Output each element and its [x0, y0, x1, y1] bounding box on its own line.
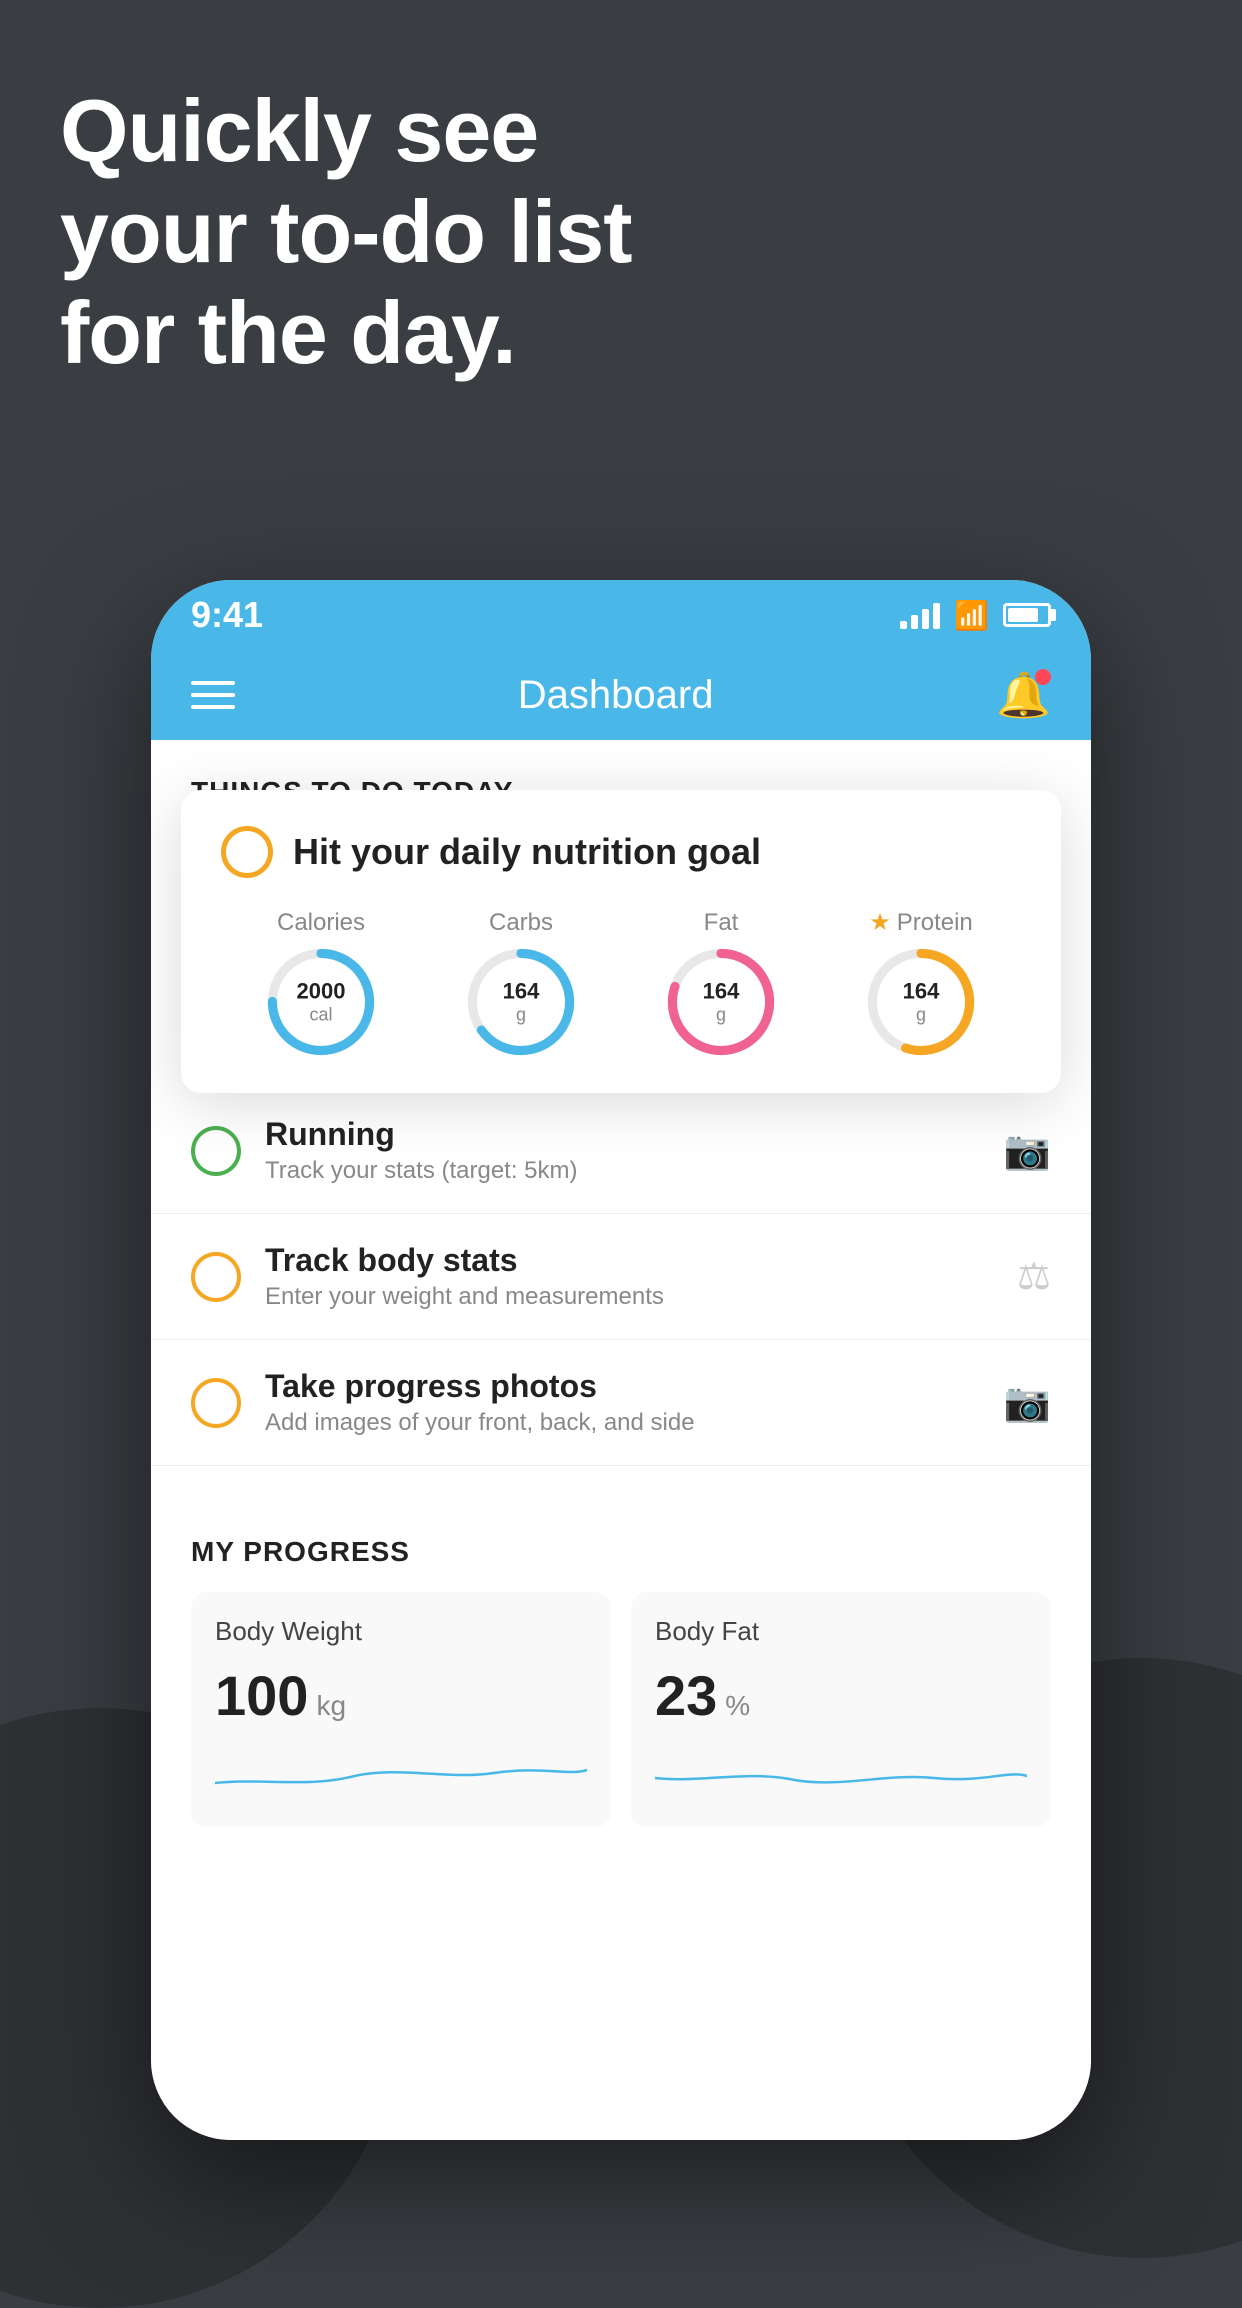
nav-title: Dashboard: [518, 673, 714, 718]
photo-icon: 📷: [1004, 1381, 1051, 1425]
status-time: 9:41: [191, 594, 263, 636]
running-title: Running: [265, 1116, 1004, 1153]
fat-donut: 164 g: [666, 947, 776, 1057]
macro-carbs: Carbs 164 g: [466, 909, 576, 1057]
protein-label-row: ★ Protein: [869, 908, 973, 937]
scale-icon: ⚖: [1017, 1254, 1051, 1299]
carbs-value: 164: [503, 978, 540, 1004]
battery-icon: [1003, 603, 1051, 627]
body-weight-chart: [215, 1748, 587, 1798]
nav-bar: Dashboard 🔔: [151, 650, 1091, 740]
fat-value: 164: [703, 978, 740, 1004]
notification-badge: [1035, 669, 1051, 685]
status-icons: 📶: [900, 599, 1051, 632]
body-stats-check-circle: [191, 1252, 241, 1302]
body-fat-value: 23: [655, 1663, 717, 1728]
photos-check-circle: [191, 1378, 241, 1428]
body-weight-card[interactable]: Body Weight 100 kg: [191, 1592, 611, 1827]
body-stats-sub: Enter your weight and measurements: [265, 1283, 1017, 1311]
running-sub: Track your stats (target: 5km): [265, 1157, 1004, 1185]
protein-value: 164: [903, 979, 940, 1005]
menu-button[interactable]: [191, 681, 235, 709]
photos-sub: Add images of your front, back, and side: [265, 1409, 1004, 1437]
fat-label: Fat: [704, 909, 739, 937]
body-weight-card-title: Body Weight: [215, 1616, 587, 1647]
macro-calories: Calories 2000 cal: [266, 909, 376, 1057]
todo-list: Running Track your stats (target: 5km) 📷…: [151, 1088, 1091, 1466]
macro-fat: Fat 164 g: [666, 909, 776, 1057]
fat-unit: g: [703, 1004, 740, 1025]
protein-label: Protein: [897, 909, 973, 937]
nutrition-check-circle: [221, 826, 273, 878]
body-fat-card-title: Body Fat: [655, 1616, 1027, 1647]
body-weight-unit: kg: [316, 1690, 346, 1722]
protein-unit: g: [903, 1005, 940, 1026]
progress-title: MY PROGRESS: [191, 1536, 1051, 1568]
progress-section: MY PROGRESS Body Weight 100 kg Body Fat: [151, 1496, 1091, 1827]
calories-unit: cal: [297, 1004, 346, 1025]
running-check-circle: [191, 1126, 241, 1176]
nutrition-card: Hit your daily nutrition goal Calories 2…: [181, 790, 1061, 1093]
carbs-donut: 164 g: [466, 947, 576, 1057]
phone-content: THINGS TO DO TODAY Hit your daily nutrit…: [151, 740, 1091, 2140]
calories-label: Calories: [277, 909, 365, 937]
progress-cards: Body Weight 100 kg Body Fat 23 %: [191, 1592, 1051, 1827]
body-fat-unit: %: [725, 1690, 750, 1722]
calories-value: 2000: [297, 978, 346, 1004]
status-bar: 9:41 📶: [151, 580, 1091, 650]
todo-item-running[interactable]: Running Track your stats (target: 5km) 📷: [151, 1088, 1091, 1214]
calories-donut: 2000 cal: [266, 947, 376, 1057]
phone-mockup: 9:41 📶 Dashboard 🔔 THINGS TO DO TOD: [151, 580, 1091, 2140]
running-icon: 📷: [1004, 1129, 1051, 1173]
carbs-label: Carbs: [489, 909, 553, 937]
wifi-icon: 📶: [954, 599, 989, 632]
carbs-unit: g: [503, 1004, 540, 1025]
photos-title: Take progress photos: [265, 1368, 1004, 1405]
signal-icon: [900, 601, 940, 629]
body-fat-card[interactable]: Body Fat 23 %: [631, 1592, 1051, 1827]
protein-donut: 164 g: [866, 947, 976, 1057]
body-weight-value: 100: [215, 1663, 308, 1728]
todo-item-body-stats[interactable]: Track body stats Enter your weight and m…: [151, 1214, 1091, 1340]
macro-protein: ★ Protein 164 g: [866, 908, 976, 1057]
headline: Quickly see your to-do list for the day.: [60, 80, 632, 384]
todo-item-progress-photos[interactable]: Take progress photos Add images of your …: [151, 1340, 1091, 1466]
nutrition-card-title: Hit your daily nutrition goal: [293, 831, 761, 873]
notifications-button[interactable]: 🔔: [996, 669, 1051, 721]
macros-row: Calories 2000 cal Carbs: [221, 908, 1021, 1057]
body-fat-chart: [655, 1748, 1027, 1798]
star-icon: ★: [869, 908, 891, 937]
body-stats-title: Track body stats: [265, 1242, 1017, 1279]
